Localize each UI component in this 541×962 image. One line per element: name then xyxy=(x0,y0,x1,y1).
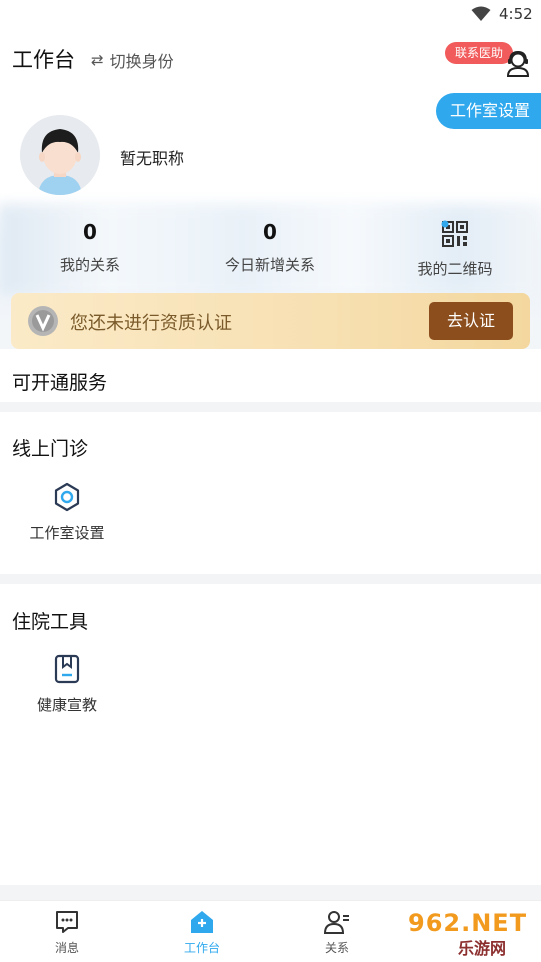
qrcode-icon xyxy=(441,220,468,247)
tab-relations-label: 关系 xyxy=(324,941,349,955)
watermark-bottom-text: 乐游网 xyxy=(458,939,507,958)
section-divider xyxy=(0,885,541,901)
available-services-title: 可开通服务 xyxy=(12,372,108,394)
new-relations-today-stat[interactable]: 0 今日新增关系 xyxy=(215,220,325,275)
watermark-top-text: 962.NET xyxy=(408,909,528,937)
status-time: 4:52 xyxy=(499,5,533,23)
home-icon xyxy=(191,911,213,933)
health-education-service[interactable]: 健康宣教 xyxy=(12,654,122,715)
tab-messages-label: 消息 xyxy=(54,941,79,955)
studio-settings-service[interactable]: 工作室设置 xyxy=(12,482,122,543)
tab-workbench-label: 工作台 xyxy=(183,941,220,955)
section-divider xyxy=(0,574,541,584)
my-qrcode-label: 我的二维码 xyxy=(417,260,493,278)
inpatient-tools-title: 住院工具 xyxy=(12,611,89,633)
swap-icon: ⇄ xyxy=(91,51,104,69)
studio-settings-button[interactable]: 工作室设置 xyxy=(436,93,541,129)
tab-messages[interactable]: 消息 xyxy=(27,909,107,956)
contact-assistant-badge[interactable]: 联系医助 xyxy=(445,42,514,64)
avatar[interactable] xyxy=(20,115,100,195)
status-bar: 4:52 xyxy=(0,0,541,30)
my-relations-stat[interactable]: 0 我的关系 xyxy=(45,220,135,275)
tab-relations[interactable]: 关系 xyxy=(297,909,377,956)
customer-service-icon[interactable] xyxy=(505,50,531,78)
bookmark-icon xyxy=(54,654,80,684)
my-relations-count: 0 xyxy=(83,220,97,244)
my-qrcode-stat[interactable]: 我的二维码 xyxy=(400,220,510,279)
certification-banner: 您还未进行资质认证 去认证 xyxy=(11,293,530,349)
certification-text: 您还未进行资质认证 xyxy=(70,313,232,334)
switch-identity-button[interactable]: ⇄ 切换身份 xyxy=(91,48,174,72)
online-clinic-title: 线上门诊 xyxy=(12,438,89,460)
new-relations-label: 今日新增关系 xyxy=(224,256,315,274)
site-watermark: 962.NET 乐游网 xyxy=(402,905,541,962)
tab-workbench[interactable]: 工作台 xyxy=(162,909,242,956)
page-title: 工作台 xyxy=(12,48,75,72)
wifi-icon xyxy=(471,6,491,21)
job-title: 暂无职称 xyxy=(120,149,185,168)
my-relations-label: 我的关系 xyxy=(59,256,120,274)
section-divider xyxy=(0,402,541,412)
message-icon xyxy=(56,911,78,933)
verified-badge-icon xyxy=(28,306,58,336)
switch-identity-label: 切换身份 xyxy=(109,52,174,71)
contacts-icon xyxy=(324,911,349,934)
go-certify-button[interactable]: 去认证 xyxy=(429,302,513,340)
doctor-avatar-icon xyxy=(20,115,100,195)
health-education-service-label: 健康宣教 xyxy=(36,696,97,714)
new-relations-count: 0 xyxy=(263,220,277,244)
gear-icon xyxy=(54,482,80,512)
studio-settings-service-label: 工作室设置 xyxy=(29,524,105,542)
